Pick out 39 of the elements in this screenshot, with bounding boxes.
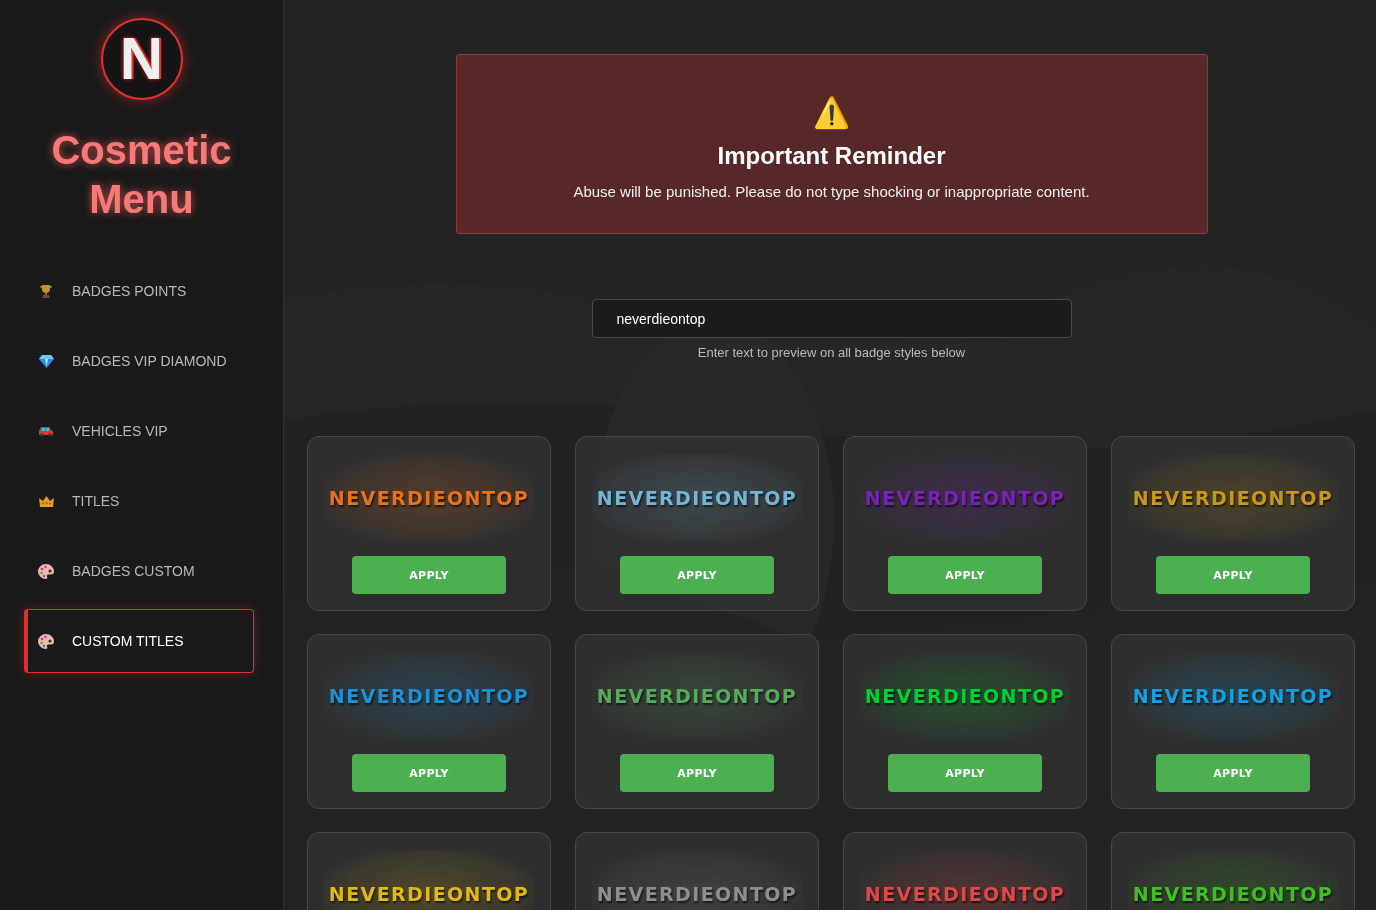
- field-hint: Enter text to preview on all badge styles below: [697, 345, 966, 360]
- palette-icon: [38, 563, 54, 579]
- reminder-title: Important Reminder: [717, 142, 946, 170]
- palette-icon: [38, 633, 54, 649]
- sidebar-item[interactable]: CUSTOM TITLES: [24, 609, 254, 673]
- sidebar-item[interactable]: VEHICLES VIP: [24, 399, 254, 463]
- badge-text: NEVERDIEONTOP: [1132, 685, 1334, 707]
- badge-text: NEVERDIEONTOP: [596, 883, 798, 905]
- reminder-message: Abuse will be punished. Please do not type shocking or inappropriate content.: [573, 183, 1090, 200]
- badge-text: NEVERDIEONTOP: [596, 685, 798, 707]
- preview-text-field[interactable]: neverdieontop: [591, 299, 1072, 338]
- apply-button[interactable]: APPLY: [620, 556, 774, 594]
- badge-text: NEVERDIEONTOP: [1132, 883, 1334, 905]
- sidebar-item[interactable]: TITLES: [24, 469, 254, 533]
- apply-button[interactable]: APPLY: [1156, 556, 1310, 594]
- badge-text: NEVERDIEONTOP: [864, 883, 1066, 905]
- apply-button[interactable]: APPLY: [352, 754, 506, 792]
- sidebar-item[interactable]: BADGES POINTS: [24, 259, 254, 323]
- warning-icon: ⚠: [813, 95, 850, 131]
- apply-button[interactable]: APPLY: [888, 754, 1042, 792]
- badge-text: NEVERDIEONTOP: [328, 685, 530, 707]
- apply-button[interactable]: APPLY: [620, 754, 774, 792]
- badge-text: NEVERDIEONTOP: [596, 487, 798, 509]
- diamond-icon: [38, 354, 54, 368]
- logo-letter: N: [119, 29, 164, 89]
- sidebar-item[interactable]: BADGES VIP DIAMOND: [24, 329, 254, 393]
- badge-text: NEVERDIEONTOP: [1132, 487, 1334, 509]
- app-title: Cosmetic Menu: [50, 127, 233, 223]
- badge-text: NEVERDIEONTOP: [328, 883, 530, 905]
- apply-button[interactable]: APPLY: [888, 556, 1042, 594]
- car-icon: [38, 425, 54, 437]
- apply-button[interactable]: APPLY: [1156, 754, 1310, 792]
- badge-text: NEVERDIEONTOP: [864, 487, 1066, 509]
- badge-text: NEVERDIEONTOP: [328, 487, 530, 509]
- crown-icon: [38, 495, 54, 507]
- apply-button[interactable]: APPLY: [352, 556, 506, 594]
- badge-text: NEVERDIEONTOP: [864, 685, 1066, 707]
- sidebar-item[interactable]: BADGES CUSTOM: [24, 539, 254, 603]
- trophy-icon: [39, 284, 53, 298]
